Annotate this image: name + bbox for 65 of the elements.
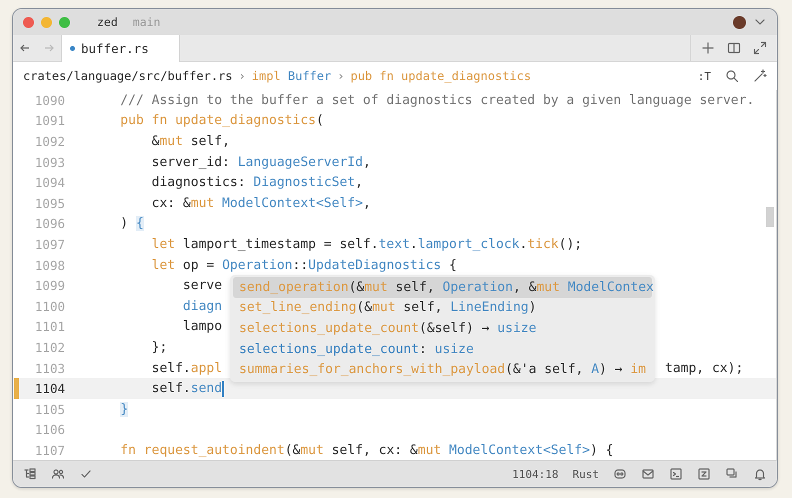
- close-button[interactable]: [23, 16, 34, 28]
- line-number: 1106: [34, 422, 65, 438]
- expand-icon[interactable]: [753, 41, 767, 55]
- line-number: 1091: [34, 113, 65, 128]
- code-line: fn request_autoindent(&mut self, cx: &mut ModelContext<Self>) {: [119, 442, 614, 460]
- completion-item[interactable]: set_line_ending(&mut self, LineEnding): [233, 298, 652, 318]
- line-number: 1095: [34, 196, 65, 211]
- code-line: self.send: [150, 380, 222, 398]
- bell-icon[interactable]: [753, 467, 767, 481]
- code-line: let op = Operation::UpdateDiagnostics {: [150, 256, 457, 275]
- code-line: /// Assign to the buffer a set of diagnostics created by a given language server.: [119, 92, 754, 110]
- copilot-icon[interactable]: [613, 467, 627, 481]
- line-number: 1099: [34, 278, 65, 294]
- code-line: pub fn update_diagnostics(: [119, 112, 324, 130]
- people-icon[interactable]: [51, 467, 65, 481]
- code-line: self.appl: [150, 360, 222, 378]
- code-line: diagnostics: DiagnosticSet,: [150, 174, 363, 192]
- project-name[interactable]: zed: [97, 15, 118, 29]
- editor-tab[interactable]: buffer.rs: [61, 35, 180, 62]
- code-line: ) {: [119, 215, 144, 234]
- magic-wand-icon[interactable]: [753, 69, 767, 83]
- inlay-hints-button[interactable]: :T: [698, 70, 711, 82]
- line-number: 1102: [34, 340, 65, 355]
- terminal-icon[interactable]: [669, 467, 683, 481]
- completion-item[interactable]: summaries_for_anchors_with_payload(&'a self, A) → im: [233, 359, 652, 380]
- code-line: cx: &mut ModelContext<Self>,: [150, 194, 371, 213]
- avatar[interactable]: [733, 16, 746, 28]
- arrow-left-icon[interactable]: [19, 42, 31, 54]
- line-number: 1097: [34, 236, 65, 252]
- completion-item[interactable]: selections_update_count(&self) → usize: [233, 318, 652, 339]
- assistant-icon[interactable]: [697, 467, 711, 481]
- completion-item[interactable]: send_operation(&mut self, Operation, &mut ModelContex: [233, 277, 652, 298]
- line-number: 1093: [34, 154, 65, 170]
- code-line: };: [150, 338, 168, 357]
- code-line: &mut self,: [150, 132, 230, 151]
- mail-icon[interactable]: [641, 467, 655, 481]
- split-pane-icon[interactable]: [727, 41, 741, 55]
- line-number: 1098: [34, 258, 65, 273]
- code-line: let lamport_timestamp = self.text.lamport_clock.tick();: [150, 236, 582, 254]
- line-number: 1104: [34, 381, 65, 396]
- line-number: 1101: [34, 319, 65, 334]
- code-line: tamp, cx);: [665, 360, 744, 378]
- outline-icon[interactable]: [23, 467, 37, 481]
- code-line: lampo: [182, 318, 222, 336]
- cursor-position[interactable]: 1104:18: [512, 468, 558, 480]
- line-number: 1105: [34, 402, 65, 417]
- line-number: 1096: [34, 216, 65, 232]
- breadcrumb-item[interactable]: crates/language/src/buffer.rs: [23, 69, 233, 83]
- scrollbar-thumb[interactable]: [766, 207, 774, 227]
- breadcrumb-separator: ›: [337, 69, 344, 83]
- language-selector[interactable]: Rust: [572, 468, 599, 480]
- line-number: 1090: [34, 92, 65, 108]
- breadcrumb-separator: ›: [238, 69, 246, 83]
- plus-icon[interactable]: [701, 41, 715, 55]
- code-line: serve: [182, 277, 222, 296]
- line-number: 1103: [34, 360, 65, 376]
- line-number: 1107: [34, 442, 65, 458]
- search-icon[interactable]: [725, 69, 739, 83]
- code-line: diagn: [182, 298, 222, 316]
- completion-item[interactable]: selections_update_count: usize: [233, 338, 652, 360]
- line-number: 1100: [34, 298, 65, 314]
- breadcrumb-item[interactable]: impl Buffer: [252, 69, 332, 83]
- line-number: 1094: [34, 175, 65, 190]
- code-line: server_id: LanguageServerId,: [150, 154, 371, 172]
- line-number: 1092: [34, 134, 65, 149]
